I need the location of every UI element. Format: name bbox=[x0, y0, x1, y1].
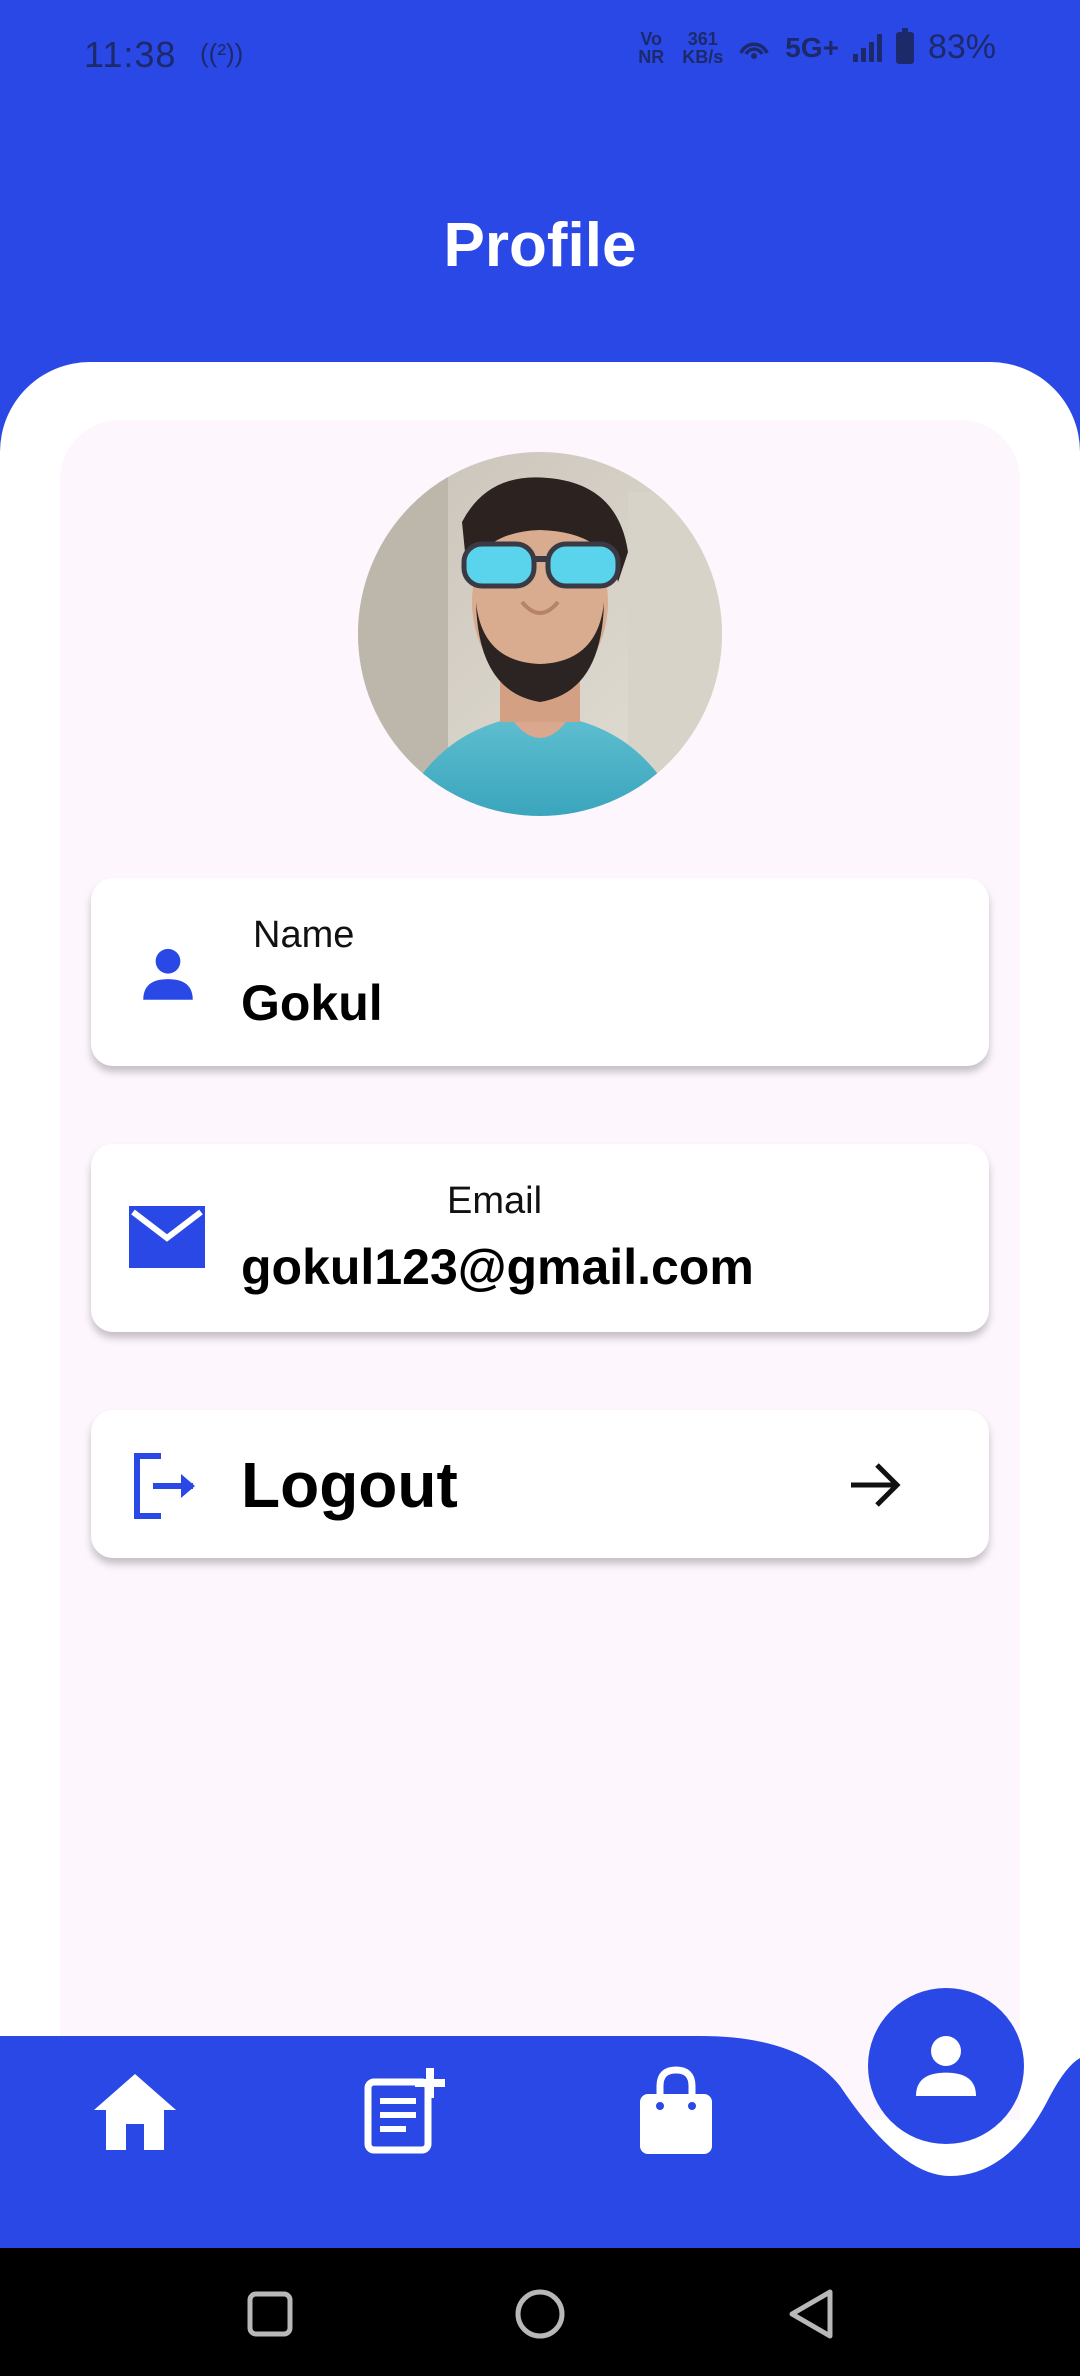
logout-icon bbox=[134, 1453, 195, 1519]
status-time: 11:38 bbox=[84, 34, 177, 75]
battery-icon bbox=[895, 27, 914, 64]
profile-icon bbox=[916, 2036, 976, 2096]
mail-icon bbox=[129, 1206, 205, 1268]
email-value: gokul123@gmail.com bbox=[241, 1239, 754, 1295]
network-type: 5G+ bbox=[785, 31, 839, 63]
vonr-indicator: Vo NR bbox=[638, 28, 665, 67]
hotspot-icon: ((²)) bbox=[200, 38, 244, 68]
shopping-bag-icon[interactable] bbox=[636, 2066, 716, 2156]
status-bar: 11:38 ((²)) Vo NR 361 KB/s 5G+ 83% bbox=[0, 0, 1080, 110]
email-field: Email gokul123@gmail.com bbox=[91, 1144, 989, 1332]
name-value: Gokul bbox=[241, 975, 383, 1031]
logout-button[interactable]: Logout bbox=[91, 1410, 989, 1558]
status-icons: Vo NR 361 KB/s 5G+ 83% bbox=[634, 27, 996, 67]
home-nav-icon[interactable] bbox=[514, 2288, 566, 2340]
recent-apps-icon[interactable] bbox=[246, 2290, 294, 2338]
signal-icon bbox=[852, 33, 882, 62]
back-icon[interactable] bbox=[786, 2288, 836, 2340]
profile-tab-button[interactable] bbox=[868, 1988, 1024, 2144]
avatar[interactable] bbox=[358, 452, 722, 816]
avatar-photo bbox=[358, 452, 722, 816]
page-title: Profile bbox=[443, 211, 637, 280]
home-icon[interactable] bbox=[90, 2070, 180, 2154]
name-label: Name bbox=[253, 914, 355, 956]
email-label: Email bbox=[447, 1180, 543, 1222]
person-icon bbox=[143, 948, 193, 1000]
battery-percent: 83% bbox=[927, 28, 996, 66]
arrow-right-icon bbox=[851, 1463, 901, 1507]
system-navigation-bar bbox=[0, 2248, 1080, 2376]
name-field: Name Gokul bbox=[91, 878, 989, 1066]
wifi-icon bbox=[739, 42, 769, 59]
add-note-icon[interactable] bbox=[362, 2066, 452, 2156]
network-speed: 361 KB/s bbox=[682, 28, 724, 67]
logout-label: Logout bbox=[241, 1449, 458, 1521]
